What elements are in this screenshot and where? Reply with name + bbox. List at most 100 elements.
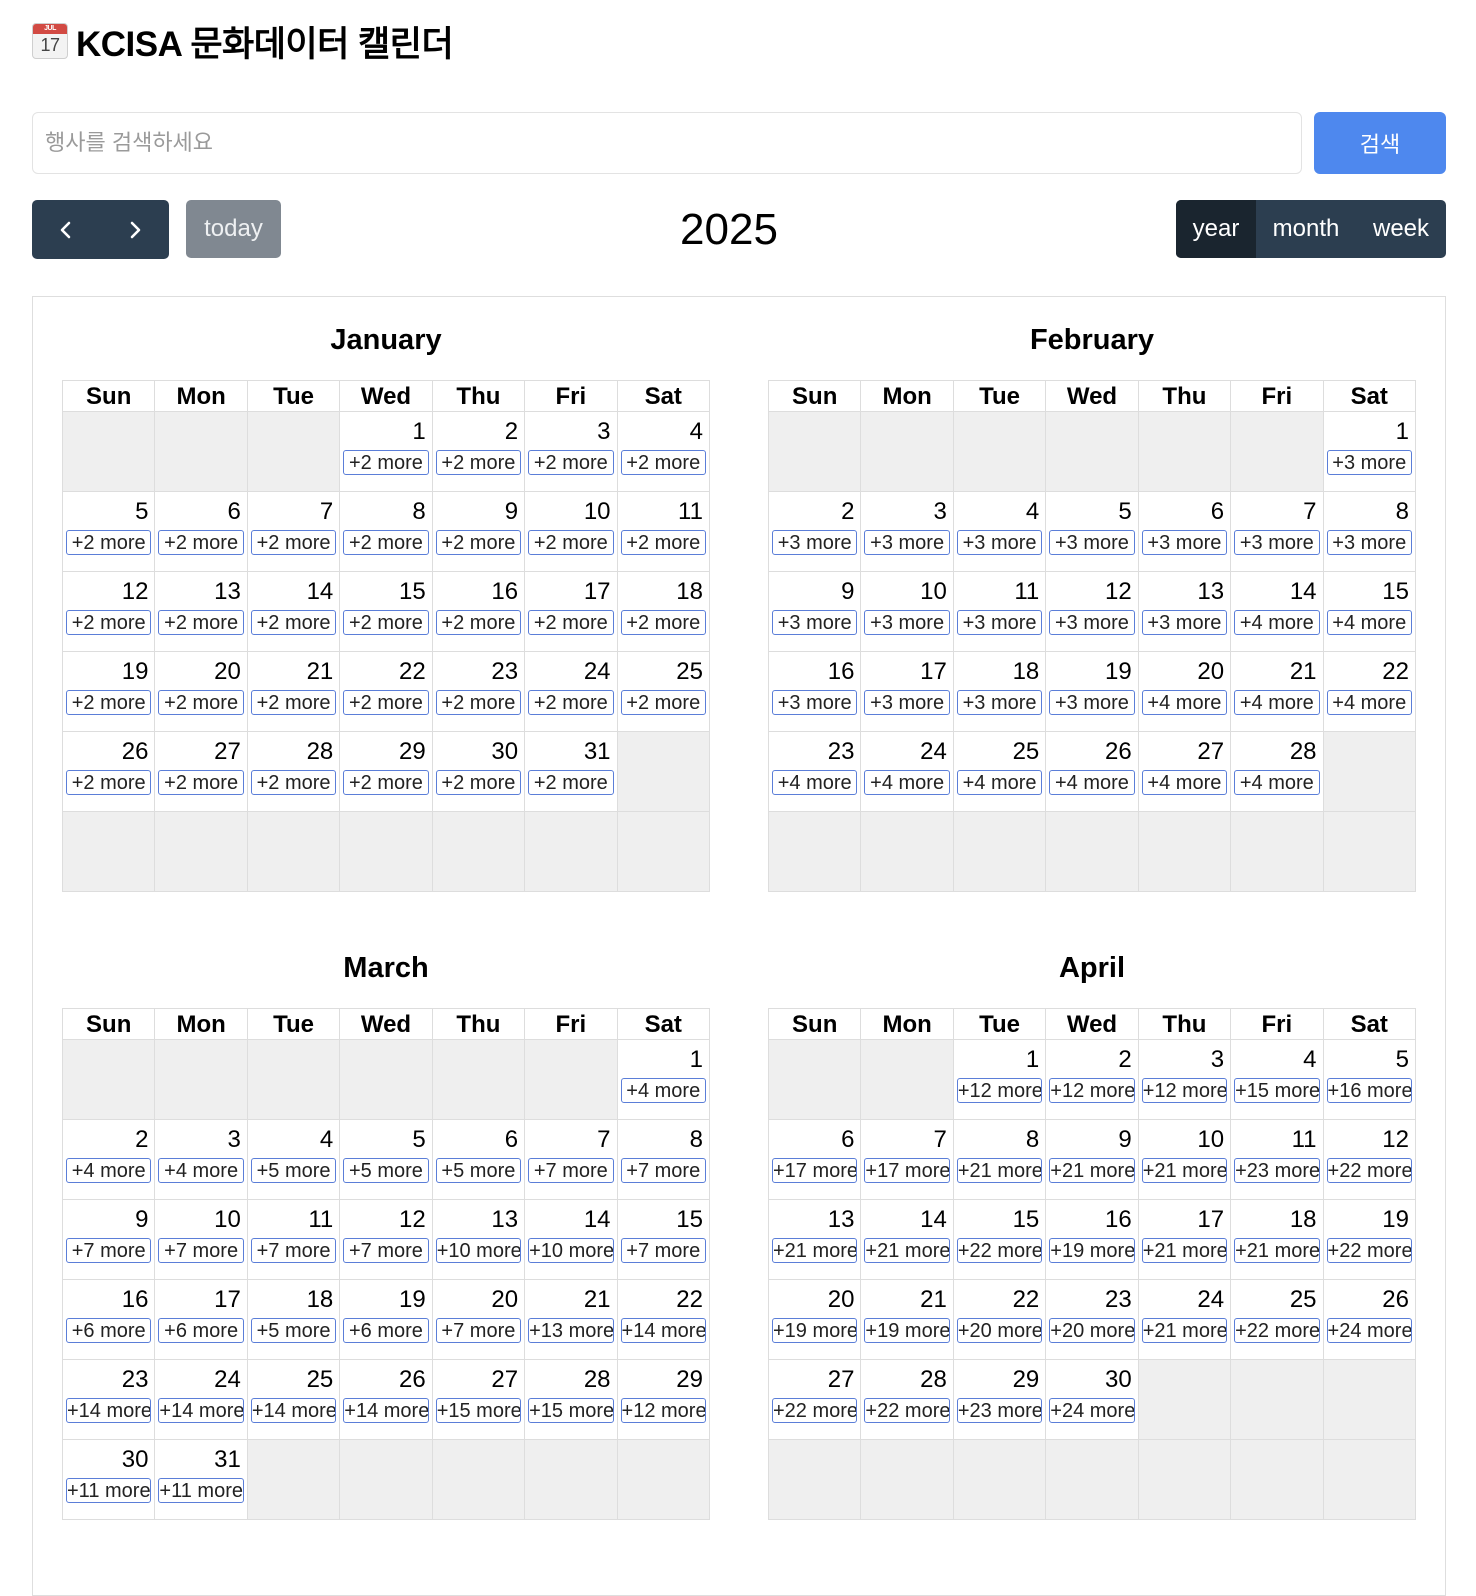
more-events-link[interactable]: +15 more (435, 1398, 522, 1423)
day-number[interactable]: 9 (1118, 1126, 1131, 1154)
day-cell[interactable]: 28 +2 more (247, 732, 341, 812)
day-cell[interactable]: 10 +2 more (525, 492, 618, 572)
more-events-link[interactable]: +23 more (1234, 1158, 1320, 1183)
day-cell[interactable]: 14 +2 more (247, 572, 341, 652)
day-number[interactable]: 3 (597, 418, 610, 446)
day-cell[interactable]: 15 +22 more (953, 1200, 1047, 1280)
day-cell[interactable]: 21 +13 more (525, 1280, 618, 1360)
day-cell[interactable]: 7 +7 more (525, 1120, 618, 1200)
more-events-link[interactable]: +4 more (1326, 610, 1412, 635)
day-number[interactable]: 2 (135, 1126, 148, 1154)
more-events-link[interactable]: +6 more (66, 1318, 152, 1343)
more-events-link[interactable]: +15 more (1234, 1078, 1320, 1103)
day-number[interactable]: 27 (214, 738, 241, 766)
more-events-link[interactable]: +2 more (528, 770, 614, 795)
day-number[interactable]: 4 (320, 1126, 333, 1154)
day-number[interactable]: 20 (491, 1286, 518, 1314)
day-number[interactable]: 31 (214, 1446, 241, 1474)
day-cell[interactable]: 9 +2 more (432, 492, 526, 572)
more-events-link[interactable]: +19 more (772, 1318, 858, 1343)
day-cell[interactable]: 3 +3 more (861, 492, 954, 572)
day-cell[interactable]: 15 +4 more (1323, 572, 1416, 652)
more-events-link[interactable]: +19 more (864, 1318, 950, 1343)
day-cell[interactable]: 14 +21 more (861, 1200, 954, 1280)
day-cell[interactable]: 12 +2 more (63, 572, 156, 652)
day-cell[interactable]: 31 +11 more (155, 1440, 248, 1520)
day-cell[interactable]: 2 +3 more (769, 492, 862, 572)
more-events-link[interactable]: +4 more (1234, 770, 1320, 795)
more-events-link[interactable]: +7 more (435, 1318, 522, 1343)
day-cell[interactable]: 25 +22 more (1231, 1280, 1324, 1360)
day-cell[interactable]: 15 +2 more (340, 572, 433, 652)
day-number[interactable]: 24 (920, 738, 947, 766)
more-events-link[interactable]: +13 more (528, 1318, 614, 1343)
day-number[interactable]: 4 (1303, 1046, 1316, 1074)
day-number[interactable]: 3 (227, 1126, 240, 1154)
day-number[interactable]: 12 (399, 1206, 426, 1234)
more-events-link[interactable]: +5 more (250, 1318, 337, 1343)
more-events-link[interactable]: +22 more (956, 1238, 1043, 1263)
day-number[interactable]: 27 (828, 1366, 855, 1394)
day-cell[interactable]: 25 +2 more (617, 652, 710, 732)
more-events-link[interactable]: +6 more (343, 1318, 429, 1343)
more-events-link[interactable]: +3 more (1234, 530, 1320, 555)
more-events-link[interactable]: +3 more (956, 530, 1043, 555)
day-number[interactable]: 17 (920, 658, 947, 686)
more-events-link[interactable]: +2 more (66, 530, 152, 555)
more-events-link[interactable]: +4 more (1326, 690, 1412, 715)
day-cell[interactable]: 8 +3 more (1323, 492, 1416, 572)
more-events-link[interactable]: +21 more (1141, 1318, 1228, 1343)
day-cell[interactable]: 11 +3 more (953, 572, 1047, 652)
more-events-link[interactable]: +3 more (1141, 610, 1228, 635)
day-cell[interactable]: 5 +3 more (1046, 492, 1139, 572)
day-number[interactable]: 21 (307, 658, 334, 686)
more-events-link[interactable]: +12 more (1049, 1078, 1135, 1103)
day-cell[interactable]: 19 +6 more (340, 1280, 433, 1360)
day-cell[interactable]: 8 +21 more (953, 1120, 1047, 1200)
day-cell[interactable]: 1 +4 more (617, 1040, 710, 1120)
day-number[interactable]: 8 (412, 498, 425, 526)
more-events-link[interactable]: +3 more (772, 610, 858, 635)
more-events-link[interactable]: +2 more (435, 530, 522, 555)
day-cell[interactable]: 27 +2 more (155, 732, 248, 812)
day-number[interactable]: 30 (491, 738, 518, 766)
day-number[interactable]: 16 (122, 1286, 149, 1314)
more-events-link[interactable]: +11 more (158, 1478, 244, 1503)
day-cell[interactable]: 14 +4 more (1231, 572, 1324, 652)
day-number[interactable]: 19 (1382, 1206, 1409, 1234)
more-events-link[interactable]: +2 more (528, 610, 614, 635)
more-events-link[interactable]: +11 more (66, 1478, 152, 1503)
day-cell[interactable]: 1 +2 more (340, 412, 433, 492)
day-cell[interactable]: 22 +14 more (617, 1280, 710, 1360)
day-number[interactable]: 9 (505, 498, 518, 526)
day-cell[interactable]: 12 +22 more (1323, 1120, 1416, 1200)
day-cell[interactable]: 17 +2 more (525, 572, 618, 652)
day-cell[interactable]: 2 +2 more (432, 412, 526, 492)
day-number[interactable]: 6 (841, 1126, 854, 1154)
more-events-link[interactable]: +12 more (956, 1078, 1043, 1103)
more-events-link[interactable]: +2 more (158, 690, 244, 715)
more-events-link[interactable]: +21 more (864, 1238, 950, 1263)
day-number[interactable]: 25 (307, 1366, 334, 1394)
more-events-link[interactable]: +3 more (1049, 610, 1135, 635)
more-events-link[interactable]: +15 more (528, 1398, 614, 1423)
day-cell[interactable]: 7 +2 more (247, 492, 341, 572)
day-cell[interactable]: 3 +12 more (1138, 1040, 1232, 1120)
more-events-link[interactable]: +3 more (864, 610, 950, 635)
day-cell[interactable]: 31 +2 more (525, 732, 618, 812)
day-cell[interactable]: 3 +2 more (525, 412, 618, 492)
more-events-link[interactable]: +2 more (620, 530, 706, 555)
day-cell[interactable]: 30 +11 more (63, 1440, 156, 1520)
more-events-link[interactable]: +4 more (864, 770, 950, 795)
more-events-link[interactable]: +2 more (66, 610, 152, 635)
day-number[interactable]: 2 (841, 498, 854, 526)
day-cell[interactable]: 24 +4 more (861, 732, 954, 812)
day-number[interactable]: 26 (399, 1366, 426, 1394)
day-cell[interactable]: 6 +17 more (769, 1120, 862, 1200)
more-events-link[interactable]: +14 more (158, 1398, 244, 1423)
day-number[interactable]: 3 (1211, 1046, 1224, 1074)
prev-button[interactable] (32, 200, 101, 259)
day-cell[interactable]: 10 +7 more (155, 1200, 248, 1280)
day-cell[interactable]: 6 +3 more (1138, 492, 1232, 572)
day-cell[interactable]: 11 +23 more (1231, 1120, 1324, 1200)
